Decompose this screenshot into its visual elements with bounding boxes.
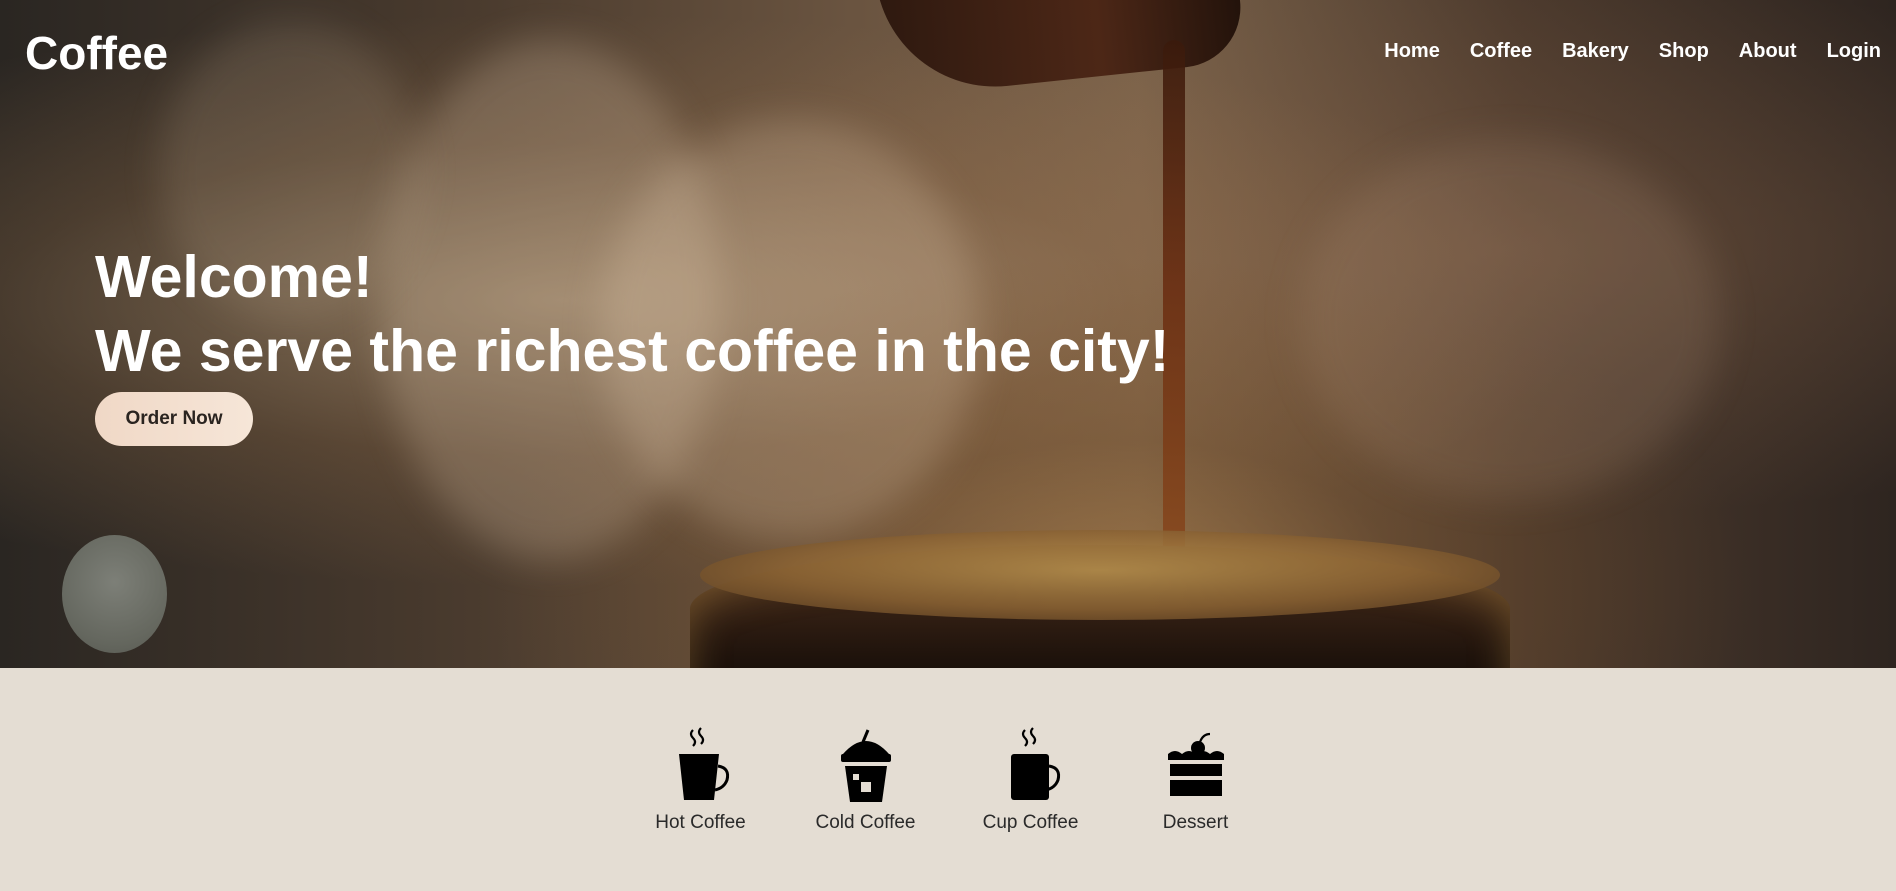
- cold-coffee-icon: [840, 729, 891, 802]
- main-nav: Home Coffee Bakery Shop About Login: [1369, 38, 1896, 65]
- category-list: Hot Coffee Cold Coffee Cup Coffee Desser…: [0, 726, 1896, 834]
- category-item-dessert[interactable]: Dessert: [1113, 726, 1278, 834]
- hero-headline: Welcome! We serve the richest coffee in …: [95, 240, 1169, 388]
- site-logo[interactable]: Coffee: [25, 26, 168, 80]
- category-label: Dessert: [1162, 812, 1229, 833]
- page: Coffee Home Coffee Bakery Shop About Log…: [0, 0, 1896, 891]
- nav-link-coffee[interactable]: Coffee: [1455, 38, 1547, 65]
- nav-link-about[interactable]: About: [1724, 38, 1812, 65]
- nav-link-shop[interactable]: Shop: [1644, 38, 1724, 65]
- category-label: Cold Coffee: [815, 812, 916, 833]
- dessert-icon: [1167, 732, 1224, 796]
- nav-link-bakery[interactable]: Bakery: [1547, 38, 1644, 65]
- category-item-cup-coffee[interactable]: Cup Coffee: [948, 726, 1113, 834]
- hero-tagline-text: We serve the richest coffee in the city!: [95, 318, 1170, 384]
- order-now-button[interactable]: Order Now: [95, 392, 253, 446]
- category-item-cold-coffee[interactable]: Cold Coffee: [783, 726, 948, 834]
- decorative-orb: [62, 535, 167, 653]
- pour-spout-image: [873, 0, 1247, 99]
- cup-coffee-icon: [1010, 727, 1060, 800]
- hero-welcome-text: Welcome!: [95, 244, 373, 310]
- category-label: Cup Coffee: [982, 812, 1079, 833]
- coffee-crema-image: [700, 530, 1500, 620]
- hot-coffee-icon: [678, 727, 729, 800]
- hero-banner: Coffee Home Coffee Bakery Shop About Log…: [0, 0, 1896, 668]
- category-item-hot-coffee[interactable]: Hot Coffee: [618, 726, 783, 834]
- nav-link-home[interactable]: Home: [1369, 38, 1455, 65]
- nav-link-login[interactable]: Login: [1812, 38, 1896, 65]
- steam-decoration: [1300, 140, 1720, 500]
- category-label: Hot Coffee: [655, 812, 746, 833]
